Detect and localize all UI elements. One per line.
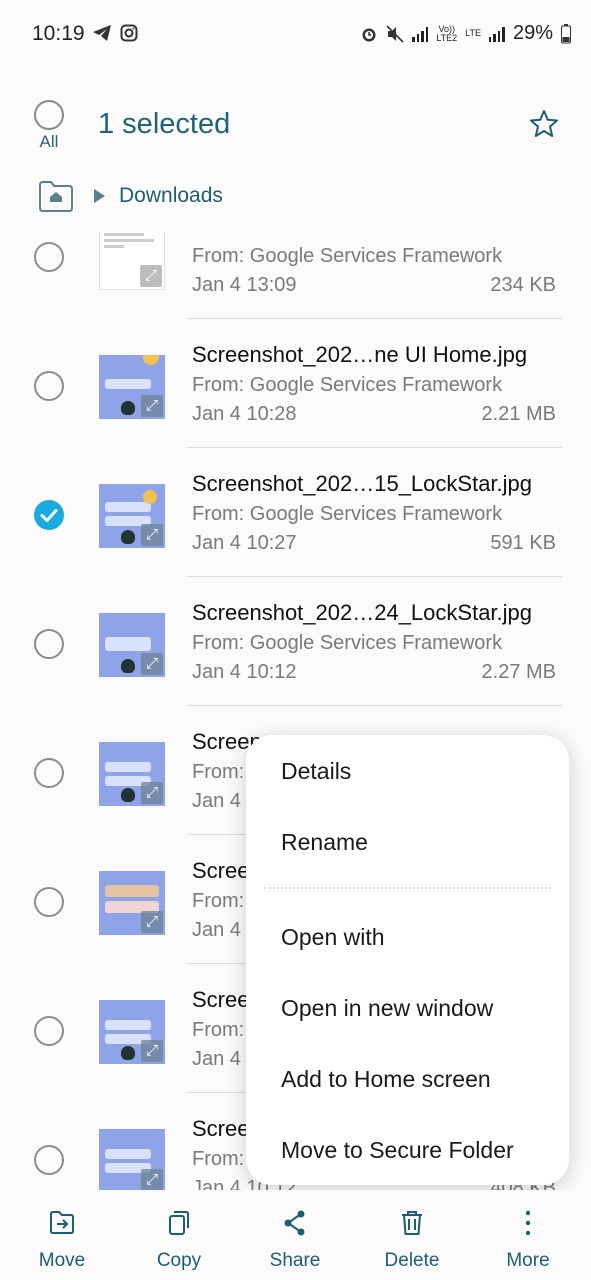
breadcrumb-arrow-icon bbox=[94, 189, 105, 203]
expand-icon: ⤢ bbox=[141, 1040, 163, 1062]
file-name: Scree bbox=[192, 1116, 250, 1141]
expand-icon: ⤢ bbox=[141, 395, 163, 417]
item-checkbox[interactable] bbox=[34, 1145, 64, 1175]
file-date: Jan 4 10:12 bbox=[192, 661, 297, 683]
file-date: Jan 4 13:09 bbox=[192, 274, 297, 296]
file-thumbnail: ⤢ bbox=[99, 1129, 165, 1190]
file-date: Jan 4 bbox=[192, 919, 241, 941]
file-thumbnail: ⤢ bbox=[99, 1000, 165, 1064]
delete-label: Delete bbox=[384, 1250, 440, 1271]
share-icon bbox=[284, 1210, 305, 1236]
file-name: Screenshot_202…24_LockStar.jpg bbox=[192, 600, 533, 625]
select-all-label: All bbox=[39, 132, 59, 151]
more-button[interactable]: More bbox=[483, 1208, 573, 1272]
share-label: Share bbox=[269, 1250, 321, 1271]
battery-percent: 29% bbox=[512, 22, 553, 44]
menu-item-open-with[interactable]: Open with bbox=[281, 924, 385, 951]
network-label: LTE bbox=[465, 28, 481, 38]
breadcrumb-downloads[interactable]: Downloads bbox=[119, 184, 223, 208]
file-source: From: Google Services Framework bbox=[192, 503, 503, 525]
share-button[interactable]: Share bbox=[250, 1208, 340, 1272]
context-menu: Details Rename Open with Open in new win… bbox=[246, 735, 569, 1185]
more-vertical-icon bbox=[525, 1210, 531, 1236]
item-checkbox[interactable] bbox=[34, 629, 64, 659]
expand-icon: ⤢ bbox=[140, 265, 162, 287]
file-source: From: bbox=[192, 1019, 245, 1041]
menu-item-rename[interactable]: Rename bbox=[281, 829, 368, 856]
expand-icon: ⤢ bbox=[141, 653, 163, 675]
file-thumbnail: ⤢ bbox=[99, 613, 165, 677]
mute-icon bbox=[386, 24, 404, 43]
file-date: Jan 4 10:27 bbox=[192, 532, 297, 554]
expand-icon: ⤢ bbox=[141, 524, 163, 546]
move-button[interactable]: Move bbox=[17, 1208, 107, 1272]
file-thumbnail: ⤢ bbox=[99, 742, 165, 806]
list-item[interactable]: ⤢ Screenshot_202…24_LockStar.jpg From: G… bbox=[0, 577, 591, 706]
breadcrumb: Downloads bbox=[38, 180, 223, 212]
item-checkbox[interactable] bbox=[34, 371, 64, 401]
expand-icon: ⤢ bbox=[141, 782, 163, 804]
file-date: Jan 4 bbox=[192, 790, 241, 812]
telegram-icon bbox=[93, 25, 111, 41]
file-date: Jan 4 10:28 bbox=[192, 403, 297, 425]
signal-icon bbox=[488, 26, 505, 42]
file-source: From: bbox=[192, 890, 245, 912]
star-icon[interactable] bbox=[528, 108, 560, 140]
select-all-checkbox[interactable]: All bbox=[33, 100, 65, 152]
file-size: 234 KB bbox=[490, 274, 556, 296]
delete-button[interactable]: Delete bbox=[367, 1208, 457, 1272]
file-name: Screenshot_202…ne UI Home.jpg bbox=[192, 342, 528, 367]
file-thumbnail: ⤢ bbox=[99, 355, 165, 419]
more-label: More bbox=[506, 1250, 550, 1271]
signal-icon bbox=[412, 26, 429, 42]
menu-item-add-home-screen[interactable]: Add to Home screen bbox=[281, 1066, 491, 1093]
item-checkbox[interactable] bbox=[34, 242, 64, 272]
expand-icon: ⤢ bbox=[141, 911, 163, 933]
menu-item-details[interactable]: Details bbox=[281, 758, 351, 785]
menu-divider bbox=[264, 887, 551, 889]
item-checkbox[interactable] bbox=[34, 887, 64, 917]
select-all-circle[interactable] bbox=[34, 100, 64, 130]
clock: 10:19 bbox=[32, 22, 85, 45]
file-source: From: bbox=[192, 761, 245, 783]
file-source: From: Google Services Framework bbox=[192, 245, 503, 267]
home-folder-icon[interactable] bbox=[38, 180, 74, 212]
page-title: 1 selected bbox=[98, 108, 231, 140]
file-thumbnail: ⤢ bbox=[99, 232, 165, 290]
copy-button[interactable]: Copy bbox=[134, 1208, 224, 1272]
file-source: From: Google Services Framework bbox=[192, 632, 503, 654]
expand-icon: ⤢ bbox=[141, 1169, 163, 1190]
file-thumbnail: ⤢ bbox=[99, 871, 165, 935]
copy-icon bbox=[169, 1211, 189, 1235]
checkmark-icon bbox=[40, 509, 58, 522]
alarm-icon bbox=[362, 28, 376, 41]
status-bar: 10:19 Vo)) LTE2 LTE 29% bbox=[0, 0, 591, 70]
network-label: LTE2 bbox=[436, 32, 458, 43]
move-icon bbox=[50, 1211, 74, 1234]
menu-item-secure-folder[interactable]: Move to Secure Folder bbox=[281, 1137, 514, 1164]
file-source: From: Google Services Framework bbox=[192, 374, 503, 396]
instagram-icon bbox=[120, 24, 138, 42]
list-item[interactable]: ⤢ Screenshot_202…15_LockStar.jpg From: G… bbox=[0, 448, 591, 577]
file-name: Screenshot_202…15_LockStar.jpg bbox=[192, 471, 533, 496]
file-name: Scree bbox=[192, 987, 250, 1012]
file-date: Jan 4 bbox=[192, 1048, 241, 1070]
move-label: Move bbox=[38, 1250, 86, 1271]
file-source: From: bbox=[192, 1148, 245, 1170]
list-item[interactable]: ⤢ Screenshot_202…ne UI Home.jpg From: Go… bbox=[0, 319, 591, 448]
file-thumbnail: ⤢ bbox=[99, 484, 165, 548]
item-checkbox[interactable] bbox=[34, 1016, 64, 1046]
item-checkbox-checked[interactable] bbox=[34, 500, 64, 530]
file-size: 2.21 MB bbox=[481, 403, 556, 425]
copy-label: Copy bbox=[156, 1250, 202, 1271]
list-item[interactable]: ⤢ From: Google Services Framework Jan 4 … bbox=[0, 232, 591, 319]
file-size: 2.27 MB bbox=[481, 661, 556, 683]
trash-icon bbox=[402, 1211, 422, 1235]
bottom-action-bar: Move Copy Share Delete More bbox=[0, 1190, 591, 1280]
battery-icon bbox=[561, 23, 571, 43]
file-name: Scree bbox=[192, 858, 250, 883]
item-checkbox[interactable] bbox=[34, 758, 64, 788]
menu-item-open-new-window[interactable]: Open in new window bbox=[281, 995, 493, 1022]
file-size: 591 KB bbox=[490, 532, 556, 554]
